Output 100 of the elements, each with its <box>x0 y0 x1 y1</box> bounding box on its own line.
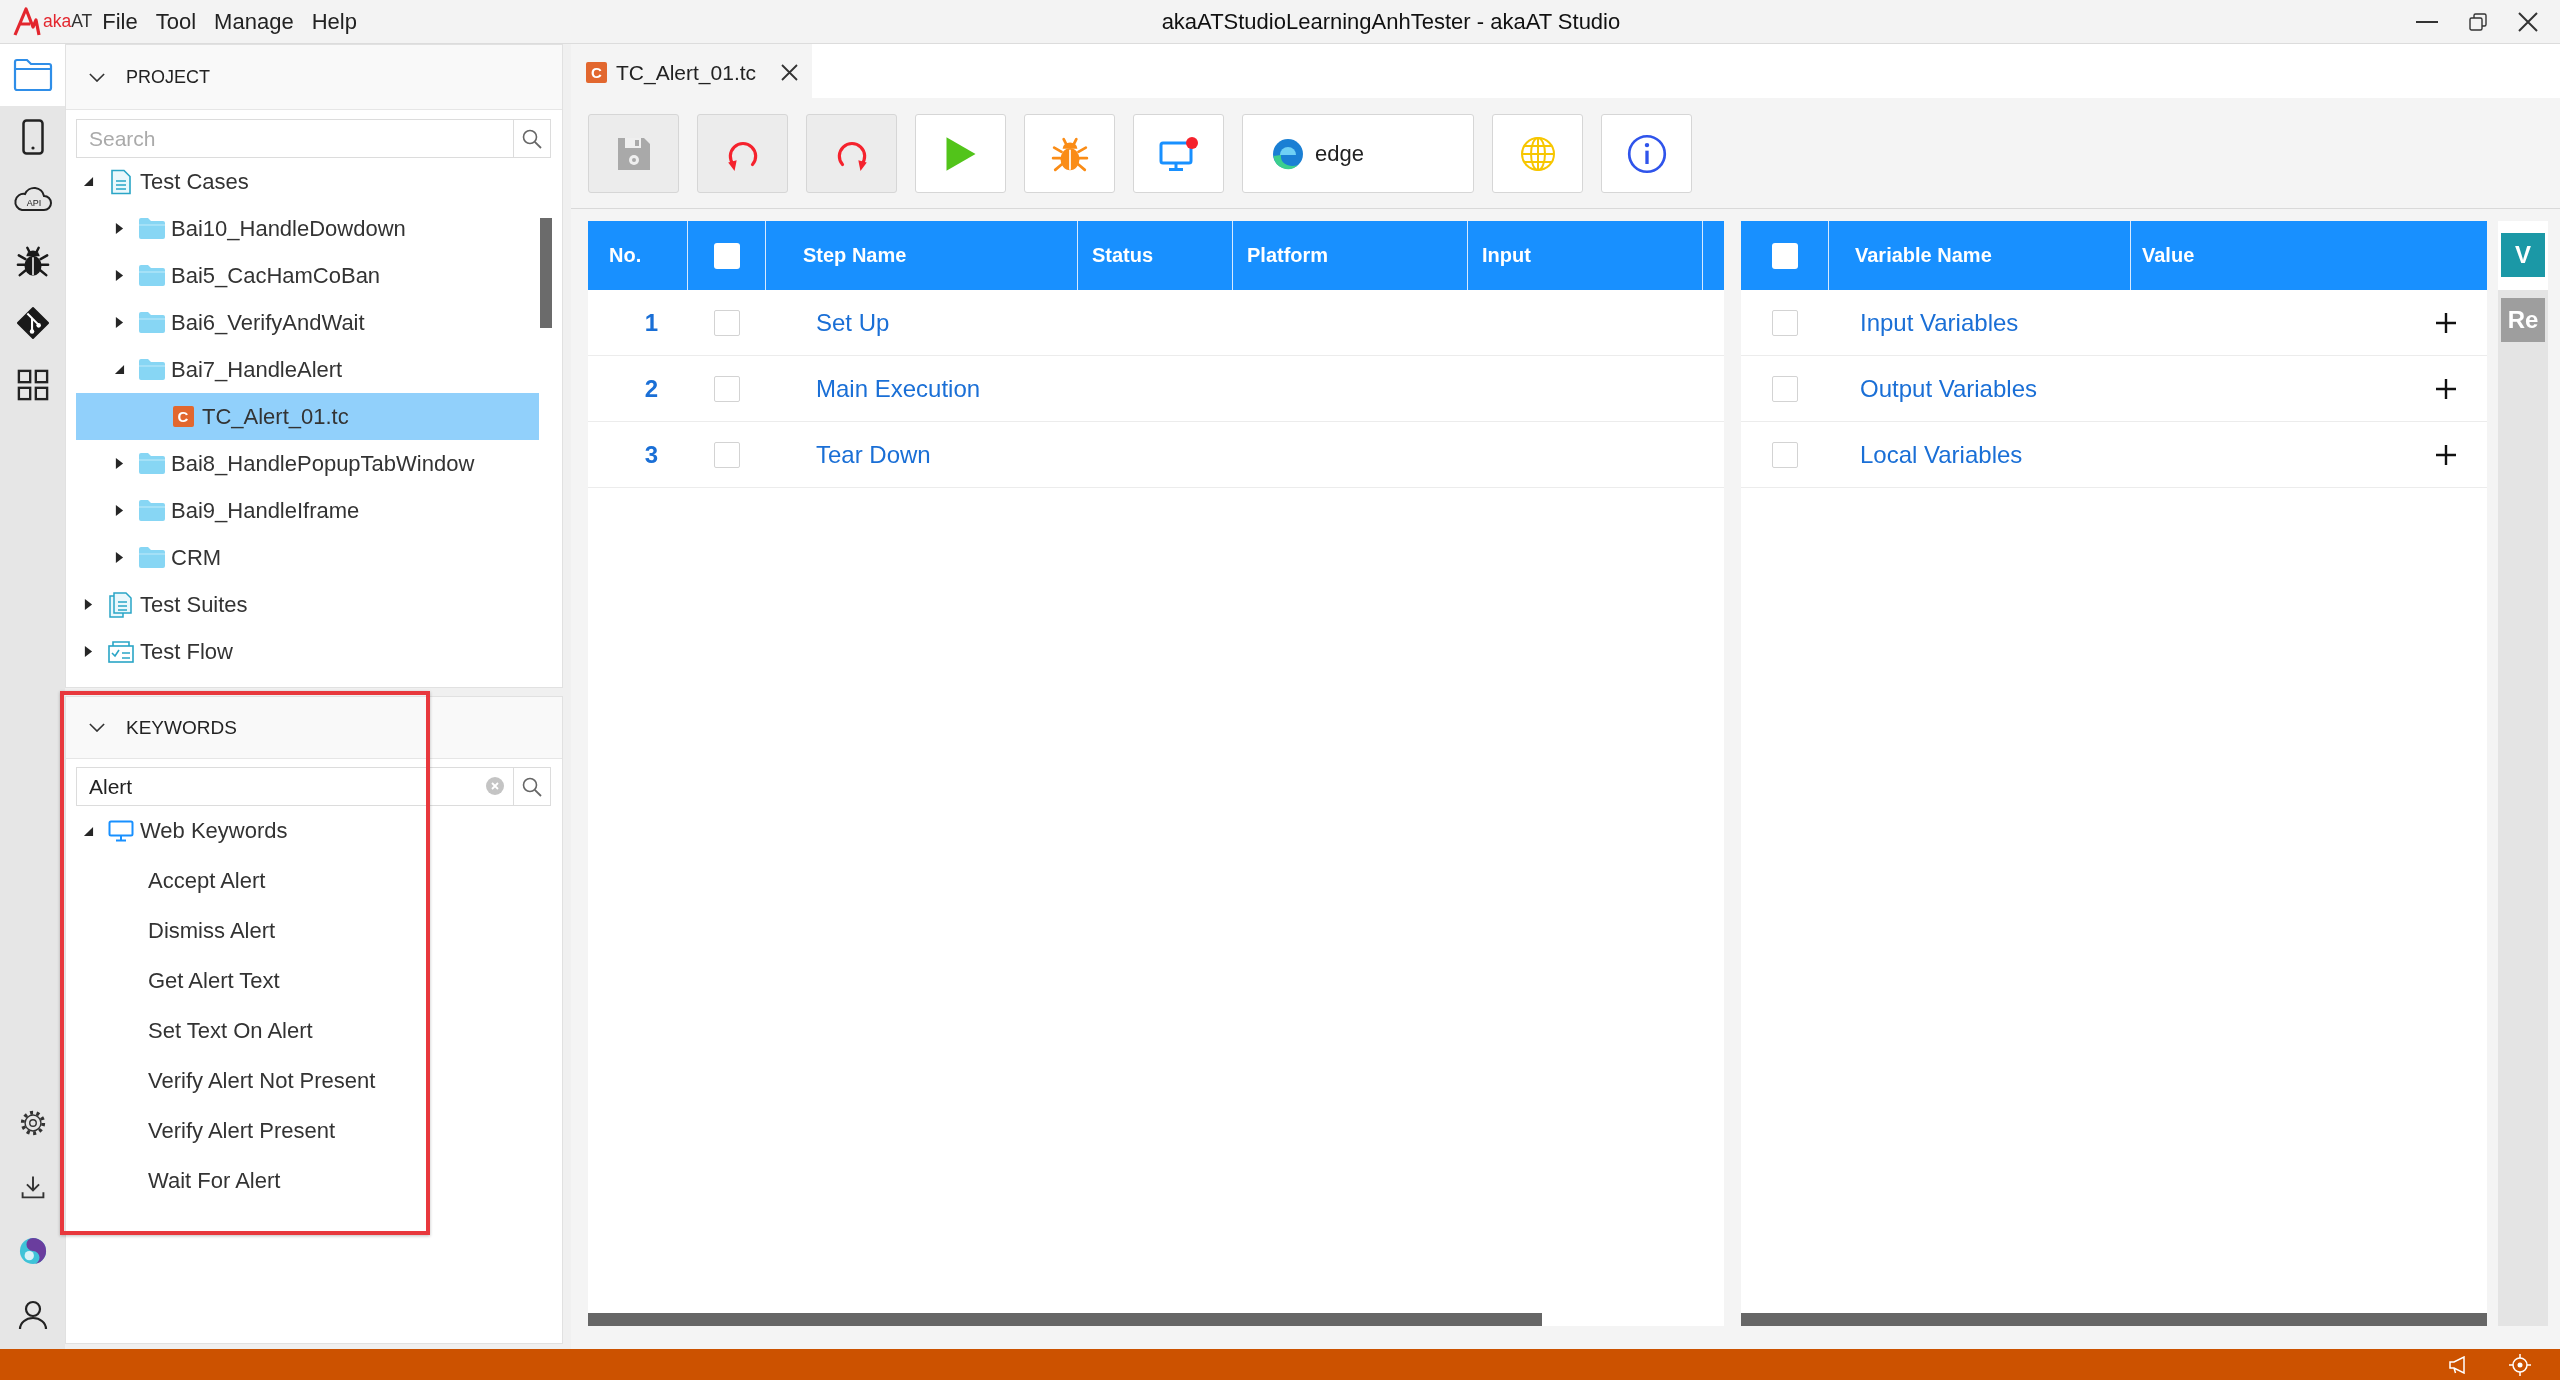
phone-icon <box>21 119 44 155</box>
close-icon[interactable] <box>2518 11 2538 32</box>
bug-icon <box>15 244 50 278</box>
remote-screen-button[interactable] <box>1133 114 1224 193</box>
restore-icon[interactable] <box>2469 12 2487 31</box>
menu-item[interactable]: File <box>93 6 147 37</box>
scrollbar-thumb[interactable] <box>1741 1313 2487 1326</box>
tree-item[interactable]: Bai9_HandleIframe <box>76 487 539 534</box>
checkbox[interactable] <box>1771 242 1798 269</box>
checkbox[interactable] <box>1772 375 1798 402</box>
tree-item[interactable]: Web Keywords <box>76 806 551 856</box>
tree-item[interactable]: Accept Alert <box>76 856 551 906</box>
info-button[interactable] <box>1601 114 1692 193</box>
swirl-logo-icon[interactable] <box>18 1237 47 1265</box>
project-section-header[interactable]: PROJECT <box>66 45 562 110</box>
caret-right-icon[interactable] <box>83 645 93 658</box>
tree-item[interactable]: Get Alert Text <box>76 956 551 1006</box>
scrollbar-thumb[interactable] <box>588 1313 1543 1326</box>
caret-right-icon[interactable] <box>114 504 124 517</box>
folder-icon <box>139 265 165 286</box>
close-icon[interactable] <box>781 64 799 81</box>
tree-item[interactable]: Bai10_HandleDowdown <box>76 205 539 252</box>
browser-logo-icon <box>1272 137 1304 170</box>
menu-item[interactable]: Tool <box>146 6 206 37</box>
checkbox[interactable] <box>714 441 740 468</box>
step-name[interactable]: Set Up <box>816 308 890 337</box>
test-case-icon: C <box>586 62 607 83</box>
download-icon[interactable] <box>19 1174 46 1200</box>
browser-select-button[interactable]: edge <box>1242 114 1474 193</box>
folder-icon <box>12 58 53 92</box>
caret-down-icon[interactable] <box>82 825 94 837</box>
play-icon <box>943 134 978 173</box>
add-icon[interactable] <box>2436 444 2456 465</box>
checklist-icon <box>108 640 134 663</box>
search-button[interactable] <box>514 119 551 158</box>
menu-item[interactable]: Manage <box>205 6 303 37</box>
minimize-icon[interactable] <box>2416 20 2438 23</box>
tree-item[interactable]: Bai7_HandleAlert <box>76 346 539 393</box>
caret-right-icon[interactable] <box>114 551 124 564</box>
activity-tab[interactable]: API <box>0 168 65 230</box>
variable-group-name[interactable]: Output Variables <box>1860 374 2037 403</box>
variable-group-name[interactable]: Local Variables <box>1860 440 2023 469</box>
checkbox[interactable] <box>1772 441 1798 468</box>
search-field[interactable]: Alert <box>76 767 514 806</box>
add-icon[interactable] <box>2436 378 2456 399</box>
caret-right-icon[interactable] <box>114 457 124 470</box>
variable-group-name[interactable]: Input Variables <box>1860 308 2019 337</box>
caret-right-icon[interactable] <box>114 269 124 282</box>
monitor-icon <box>1158 135 1199 172</box>
stacked-documents-icon <box>109 591 133 618</box>
step-name[interactable]: Tear Down <box>816 440 931 469</box>
monitor-icon <box>108 820 134 842</box>
row-number: 1 <box>643 308 659 337</box>
scrollbar-thumb[interactable] <box>540 218 552 328</box>
menu-item[interactable]: Help <box>302 6 366 37</box>
tree-item[interactable]: Test Flow <box>76 628 539 675</box>
caret-down-icon[interactable] <box>82 176 94 187</box>
keywords-section-header[interactable]: KEYWORDS <box>66 697 562 759</box>
folder-icon <box>139 312 165 333</box>
search-icon <box>522 128 542 149</box>
tree-item[interactable]: Bai5_CacHamCoBan <box>76 252 539 299</box>
user-icon[interactable] <box>17 1300 48 1330</box>
add-icon[interactable] <box>2436 312 2456 333</box>
caret-right-icon[interactable] <box>114 316 124 329</box>
folder-icon <box>139 453 165 474</box>
folder-icon <box>139 547 165 568</box>
globe-icon <box>1519 135 1556 172</box>
checkbox[interactable] <box>714 309 740 336</box>
tree-item[interactable]: Bai8_HandlePopupTabWindow <box>76 440 539 487</box>
row-number: 2 <box>643 374 659 403</box>
search-field[interactable]: Search <box>76 119 514 158</box>
tree-item[interactable]: Verify Alert Present <box>76 1106 551 1156</box>
row-number: 3 <box>643 440 659 469</box>
search-icon <box>522 776 542 797</box>
tree-item[interactable]: CRM <box>76 534 539 581</box>
cloud-icon: API <box>12 185 53 213</box>
search-button[interactable] <box>514 767 551 806</box>
checkbox[interactable] <box>1772 309 1798 336</box>
tree-item[interactable]: Bai6_VerifyAndWait <box>76 299 539 346</box>
caret-down-icon[interactable] <box>113 364 125 375</box>
step-name[interactable]: Main Execution <box>816 374 981 403</box>
folder-icon <box>139 500 165 521</box>
window-title: akaATStudioLearningAnhTester - akaAT Studio <box>1161 8 1621 35</box>
caret-right-icon[interactable] <box>114 222 124 235</box>
caret-right-icon[interactable] <box>83 598 93 611</box>
tree-item[interactable]: Test Cases <box>76 158 539 205</box>
tree-item[interactable]: Wait For Alert <box>76 1156 551 1206</box>
tree-item[interactable]: Verify Alert Not Present <box>76 1056 551 1106</box>
checkbox[interactable] <box>713 242 740 269</box>
git-diamond-icon <box>15 306 50 340</box>
tree-item[interactable]: Dismiss Alert <box>76 906 551 956</box>
tree-item[interactable]: C TC_Alert_01.tc <box>76 393 539 440</box>
editor-tab[interactable]: C TC_Alert_01.tc <box>571 44 813 98</box>
tree-item[interactable]: Set Text On Alert <box>76 1006 551 1056</box>
brand-name: akaAT <box>43 11 93 32</box>
checkbox[interactable] <box>714 375 740 402</box>
crosshair-icon[interactable] <box>2509 1353 2531 1376</box>
tree-item[interactable]: Test Suites <box>76 581 539 628</box>
info-icon <box>1626 133 1667 174</box>
settings-icon[interactable] <box>18 1109 47 1137</box>
